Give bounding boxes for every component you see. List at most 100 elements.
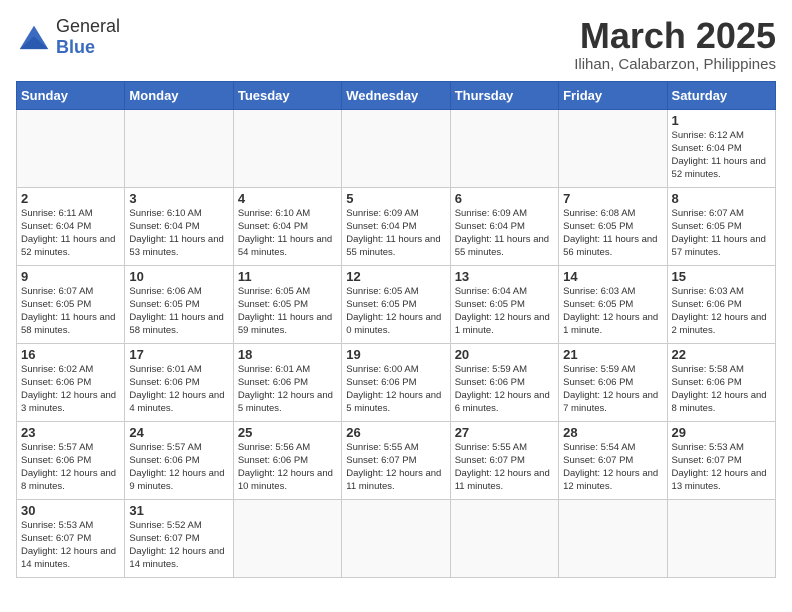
day-number: 20 (455, 347, 554, 362)
calendar-cell: 11Sunrise: 6:05 AMSunset: 6:05 PMDayligh… (233, 265, 341, 343)
day-number: 28 (563, 425, 662, 440)
calendar-cell: 13Sunrise: 6:04 AMSunset: 6:05 PMDayligh… (450, 265, 558, 343)
day-sun-info: Sunrise: 6:04 AMSunset: 6:05 PMDaylight:… (455, 285, 554, 338)
day-number: 2 (21, 191, 120, 206)
day-sun-info: Sunrise: 5:52 AMSunset: 6:07 PMDaylight:… (129, 519, 228, 572)
calendar-cell: 1Sunrise: 6:12 AMSunset: 6:04 PMDaylight… (667, 109, 775, 187)
calendar-cell: 15Sunrise: 6:03 AMSunset: 6:06 PMDayligh… (667, 265, 775, 343)
day-number: 1 (672, 113, 771, 128)
day-sun-info: Sunrise: 6:07 AMSunset: 6:05 PMDaylight:… (21, 285, 120, 338)
calendar-cell: 10Sunrise: 6:06 AMSunset: 6:05 PMDayligh… (125, 265, 233, 343)
day-number: 9 (21, 269, 120, 284)
calendar-cell: 30Sunrise: 5:53 AMSunset: 6:07 PMDayligh… (17, 499, 125, 577)
weekday-header: Thursday (450, 81, 558, 109)
location-subtitle: Ilihan, Calabarzon, Philippines (574, 56, 776, 73)
day-sun-info: Sunrise: 5:55 AMSunset: 6:07 PMDaylight:… (346, 441, 445, 494)
month-year-title: March 2025 (574, 16, 776, 56)
day-number: 8 (672, 191, 771, 206)
calendar-week-row: 30Sunrise: 5:53 AMSunset: 6:07 PMDayligh… (17, 499, 776, 577)
calendar-cell: 3Sunrise: 6:10 AMSunset: 6:04 PMDaylight… (125, 187, 233, 265)
calendar-week-row: 16Sunrise: 6:02 AMSunset: 6:06 PMDayligh… (17, 343, 776, 421)
calendar-cell: 8Sunrise: 6:07 AMSunset: 6:05 PMDaylight… (667, 187, 775, 265)
day-sun-info: Sunrise: 5:57 AMSunset: 6:06 PMDaylight:… (21, 441, 120, 494)
day-number: 15 (672, 269, 771, 284)
day-number: 17 (129, 347, 228, 362)
day-sun-info: Sunrise: 6:05 AMSunset: 6:05 PMDaylight:… (238, 285, 337, 338)
day-number: 25 (238, 425, 337, 440)
calendar-cell: 6Sunrise: 6:09 AMSunset: 6:04 PMDaylight… (450, 187, 558, 265)
calendar-cell (342, 499, 450, 577)
day-number: 6 (455, 191, 554, 206)
day-number: 3 (129, 191, 228, 206)
calendar-cell: 20Sunrise: 5:59 AMSunset: 6:06 PMDayligh… (450, 343, 558, 421)
day-sun-info: Sunrise: 5:54 AMSunset: 6:07 PMDaylight:… (563, 441, 662, 494)
day-sun-info: Sunrise: 5:58 AMSunset: 6:06 PMDaylight:… (672, 363, 771, 416)
calendar-cell (450, 109, 558, 187)
day-sun-info: Sunrise: 6:03 AMSunset: 6:06 PMDaylight:… (672, 285, 771, 338)
day-number: 27 (455, 425, 554, 440)
weekday-header: Sunday (17, 81, 125, 109)
day-sun-info: Sunrise: 5:56 AMSunset: 6:06 PMDaylight:… (238, 441, 337, 494)
day-sun-info: Sunrise: 5:57 AMSunset: 6:06 PMDaylight:… (129, 441, 228, 494)
calendar-cell (559, 499, 667, 577)
day-number: 21 (563, 347, 662, 362)
day-sun-info: Sunrise: 5:59 AMSunset: 6:06 PMDaylight:… (563, 363, 662, 416)
day-sun-info: Sunrise: 6:07 AMSunset: 6:05 PMDaylight:… (672, 207, 771, 260)
day-number: 11 (238, 269, 337, 284)
day-number: 7 (563, 191, 662, 206)
weekday-header-row: SundayMondayTuesdayWednesdayThursdayFrid… (17, 81, 776, 109)
day-number: 5 (346, 191, 445, 206)
day-number: 10 (129, 269, 228, 284)
day-number: 12 (346, 269, 445, 284)
calendar-cell (450, 499, 558, 577)
day-sun-info: Sunrise: 5:59 AMSunset: 6:06 PMDaylight:… (455, 363, 554, 416)
day-number: 19 (346, 347, 445, 362)
day-sun-info: Sunrise: 6:03 AMSunset: 6:05 PMDaylight:… (563, 285, 662, 338)
logo-text: General Blue (56, 16, 120, 58)
day-number: 14 (563, 269, 662, 284)
day-sun-info: Sunrise: 6:00 AMSunset: 6:06 PMDaylight:… (346, 363, 445, 416)
calendar-cell: 21Sunrise: 5:59 AMSunset: 6:06 PMDayligh… (559, 343, 667, 421)
day-number: 26 (346, 425, 445, 440)
calendar-cell: 2Sunrise: 6:11 AMSunset: 6:04 PMDaylight… (17, 187, 125, 265)
calendar-cell: 25Sunrise: 5:56 AMSunset: 6:06 PMDayligh… (233, 421, 341, 499)
day-number: 31 (129, 503, 228, 518)
calendar-cell (342, 109, 450, 187)
day-sun-info: Sunrise: 5:53 AMSunset: 6:07 PMDaylight:… (21, 519, 120, 572)
calendar-cell: 27Sunrise: 5:55 AMSunset: 6:07 PMDayligh… (450, 421, 558, 499)
day-number: 16 (21, 347, 120, 362)
calendar-table: SundayMondayTuesdayWednesdayThursdayFrid… (16, 81, 776, 578)
calendar-cell (559, 109, 667, 187)
title-area: March 2025 Ilihan, Calabarzon, Philippin… (574, 16, 776, 73)
calendar-cell: 9Sunrise: 6:07 AMSunset: 6:05 PMDaylight… (17, 265, 125, 343)
logo: General Blue (16, 16, 120, 58)
calendar-cell: 23Sunrise: 5:57 AMSunset: 6:06 PMDayligh… (17, 421, 125, 499)
weekday-header: Wednesday (342, 81, 450, 109)
calendar-cell (667, 499, 775, 577)
day-number: 29 (672, 425, 771, 440)
weekday-header: Monday (125, 81, 233, 109)
day-number: 30 (21, 503, 120, 518)
calendar-cell (17, 109, 125, 187)
day-sun-info: Sunrise: 6:09 AMSunset: 6:04 PMDaylight:… (455, 207, 554, 260)
day-sun-info: Sunrise: 6:11 AMSunset: 6:04 PMDaylight:… (21, 207, 120, 260)
day-sun-info: Sunrise: 6:10 AMSunset: 6:04 PMDaylight:… (129, 207, 228, 260)
weekday-header: Friday (559, 81, 667, 109)
day-number: 23 (21, 425, 120, 440)
day-sun-info: Sunrise: 6:10 AMSunset: 6:04 PMDaylight:… (238, 207, 337, 260)
day-sun-info: Sunrise: 6:08 AMSunset: 6:05 PMDaylight:… (563, 207, 662, 260)
day-sun-info: Sunrise: 5:55 AMSunset: 6:07 PMDaylight:… (455, 441, 554, 494)
calendar-week-row: 9Sunrise: 6:07 AMSunset: 6:05 PMDaylight… (17, 265, 776, 343)
calendar-cell (125, 109, 233, 187)
day-sun-info: Sunrise: 6:06 AMSunset: 6:05 PMDaylight:… (129, 285, 228, 338)
day-number: 18 (238, 347, 337, 362)
calendar-cell: 22Sunrise: 5:58 AMSunset: 6:06 PMDayligh… (667, 343, 775, 421)
calendar-cell: 19Sunrise: 6:00 AMSunset: 6:06 PMDayligh… (342, 343, 450, 421)
weekday-header: Saturday (667, 81, 775, 109)
calendar-cell (233, 499, 341, 577)
day-number: 22 (672, 347, 771, 362)
calendar-cell: 12Sunrise: 6:05 AMSunset: 6:05 PMDayligh… (342, 265, 450, 343)
day-number: 13 (455, 269, 554, 284)
day-sun-info: Sunrise: 6:01 AMSunset: 6:06 PMDaylight:… (129, 363, 228, 416)
calendar-cell: 31Sunrise: 5:52 AMSunset: 6:07 PMDayligh… (125, 499, 233, 577)
